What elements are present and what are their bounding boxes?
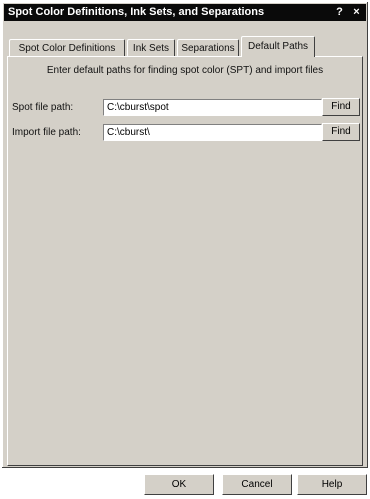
spot-file-path-input[interactable] — [103, 99, 322, 116]
tab-ink-sets[interactable]: Ink Sets — [127, 39, 175, 56]
help-button[interactable]: Help — [297, 474, 367, 495]
tab-spot-color-definitions[interactable]: Spot Color Definitions — [9, 39, 125, 56]
ok-button[interactable]: OK — [144, 474, 214, 495]
dialog-title: Spot Color Definitions, Ink Sets, and Se… — [8, 6, 265, 18]
title-bar[interactable]: Spot Color Definitions, Ink Sets, and Se… — [4, 4, 366, 21]
default-paths-panel: Enter default paths for finding spot col… — [7, 56, 363, 466]
spot-file-label: Spot file path: — [12, 102, 74, 113]
close-icon[interactable]: × — [349, 6, 364, 19]
import-file-path-input[interactable] — [103, 124, 322, 141]
import-file-label: Import file path: — [12, 127, 81, 138]
spot-file-find-button[interactable]: Find — [322, 98, 360, 116]
tab-default-paths[interactable]: Default Paths — [241, 36, 315, 57]
help-icon[interactable]: ? — [332, 6, 347, 19]
cancel-button[interactable]: Cancel — [222, 474, 292, 495]
instructions-text: Enter default paths for finding spot col… — [46, 65, 324, 76]
tab-separations[interactable]: Separations — [177, 39, 239, 56]
import-file-find-button[interactable]: Find — [322, 123, 360, 141]
